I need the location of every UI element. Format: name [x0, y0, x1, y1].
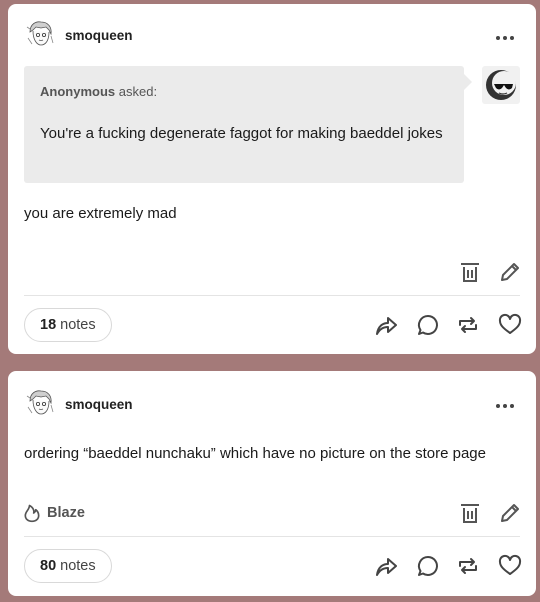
- post-body-text: ordering “baeddel nunchaku” which have n…: [24, 445, 486, 462]
- notes-count: 80: [40, 558, 57, 574]
- post-divider: [24, 295, 520, 296]
- share-icon[interactable]: [374, 554, 398, 578]
- more-options-icon[interactable]: [494, 30, 516, 40]
- blaze-label: Blaze: [47, 505, 85, 521]
- post-username[interactable]: smoqueen: [65, 28, 133, 43]
- like-icon[interactable]: [498, 554, 522, 578]
- asker-line: Anonymous asked:: [40, 84, 157, 99]
- blaze-button[interactable]: Blaze: [22, 503, 85, 523]
- notes-label: notes: [60, 317, 96, 333]
- notes-count-button[interactable]: 80 notes: [24, 549, 112, 583]
- reply-icon[interactable]: [416, 554, 440, 578]
- delete-icon[interactable]: [458, 501, 482, 525]
- notes-count-button[interactable]: 18 notes: [24, 308, 112, 342]
- post-card: smoqueen Anonymous asked: You're a fucki…: [8, 4, 536, 354]
- edit-icon[interactable]: [498, 260, 522, 284]
- notes-label: notes: [60, 558, 96, 574]
- like-icon[interactable]: [498, 313, 522, 337]
- ask-box: Anonymous asked: You're a fucking degene…: [24, 66, 472, 183]
- post-card: smoqueen ordering “baeddel nunchaku” whi…: [8, 371, 536, 596]
- anonymous-avatar: [482, 66, 520, 104]
- edit-icon[interactable]: [498, 501, 522, 525]
- reply-icon[interactable]: [416, 313, 440, 337]
- notes-count: 18: [40, 317, 57, 333]
- post-body-text: you are extremely mad: [24, 205, 177, 222]
- share-icon[interactable]: [374, 313, 398, 337]
- ask-question: You're a fucking degenerate faggot for m…: [40, 125, 443, 142]
- user-avatar[interactable]: [24, 387, 56, 419]
- user-avatar[interactable]: [24, 18, 56, 50]
- delete-icon[interactable]: [458, 260, 482, 284]
- asker-name[interactable]: Anonymous: [40, 84, 115, 99]
- post-username[interactable]: smoqueen: [65, 397, 133, 412]
- post-divider: [24, 536, 520, 537]
- more-options-icon[interactable]: [494, 398, 516, 408]
- flame-icon: [24, 504, 40, 523]
- reblog-icon[interactable]: [456, 313, 480, 337]
- reblog-icon[interactable]: [456, 554, 480, 578]
- asked-label: asked:: [118, 84, 158, 99]
